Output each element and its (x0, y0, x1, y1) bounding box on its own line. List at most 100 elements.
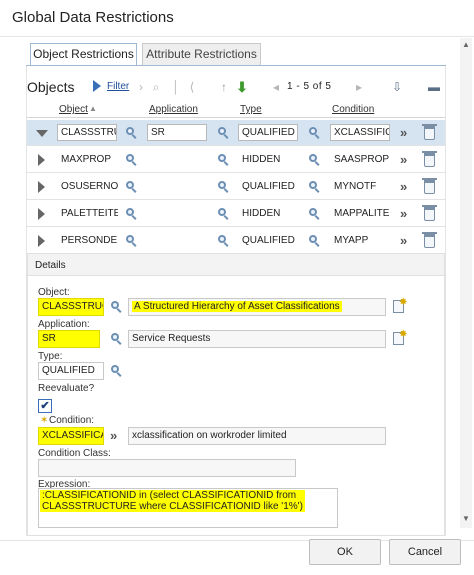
trash-icon[interactable] (424, 153, 435, 167)
row-condition-text: MAPPALITEI (334, 208, 390, 219)
double-chevron-icon[interactable]: » (110, 428, 117, 443)
magnifier-icon[interactable] (308, 207, 321, 220)
trash-icon[interactable] (424, 207, 435, 221)
download-icon[interactable]: ⇩ (390, 80, 404, 94)
column-header-condition[interactable]: Condition (332, 104, 374, 115)
details-title: Details (35, 260, 66, 271)
row-type-field[interactable]: QUALIFIED (238, 124, 298, 141)
trash-icon[interactable] (424, 234, 435, 248)
paging-text: 1 - 5 of 5 (287, 81, 332, 92)
condition-description: xclassification on workroder limited (128, 427, 386, 445)
row-expand-icon[interactable] (38, 181, 45, 193)
double-chevron-icon[interactable]: » (400, 179, 407, 194)
magnifier-icon[interactable] (110, 364, 123, 377)
condition-class-field[interactable] (38, 459, 296, 477)
reevaluate-checkbox[interactable]: ✔ (38, 399, 52, 413)
magnifier-icon[interactable] (125, 180, 138, 193)
magnifier-icon[interactable] (308, 153, 321, 166)
magnifier-icon[interactable] (110, 332, 123, 345)
double-chevron-icon[interactable]: » (400, 152, 407, 167)
magnifier-icon[interactable] (110, 300, 123, 313)
vertical-scrollbar[interactable] (460, 38, 472, 528)
row-collapse-icon[interactable] (36, 130, 48, 137)
column-header-type[interactable]: Type (240, 104, 262, 115)
row-application-text (147, 205, 209, 222)
magnifier-icon[interactable] (217, 153, 230, 166)
previous-icon: ⟨ (189, 80, 195, 94)
filter-arrow-icon[interactable] (93, 80, 101, 92)
scroll-up-arrow-icon[interactable]: ▲ (461, 40, 471, 50)
tab-object-restrictions[interactable]: Object Restrictions (30, 43, 137, 66)
magnifier-icon[interactable] (308, 126, 321, 139)
row-object-text: PERSONDEI (61, 235, 119, 246)
magnifier-icon[interactable] (125, 153, 138, 166)
sort-up-icon[interactable]: ↑ (218, 80, 230, 94)
maximize-table-icon[interactable]: ▬ (428, 80, 440, 94)
object-description-field: A Structured Hierarchy of Asset Classifi… (128, 298, 386, 316)
objects-table-title: Objects (27, 79, 75, 95)
application-description: Service Requests (128, 330, 386, 348)
row-application-text (147, 232, 209, 249)
row-object-text: MAXPROP (61, 154, 112, 165)
filter-chevron-icon[interactable]: › (136, 80, 146, 94)
object-description: A Structured Hierarchy of Asset Classifi… (132, 301, 342, 312)
row-expand-icon[interactable] (38, 154, 45, 166)
scroll-down-arrow-icon[interactable]: ▼ (461, 514, 471, 524)
magnifier-icon[interactable] (217, 126, 230, 139)
magnifier-icon[interactable] (217, 207, 230, 220)
row-expand-icon[interactable] (38, 208, 45, 220)
row-type-text: QUALIFIED (242, 181, 295, 192)
object-field[interactable]: CLASSSTRUC (38, 298, 104, 316)
application-field[interactable]: SR (38, 330, 100, 348)
condition-field[interactable]: XCLASSIFICA (38, 427, 104, 445)
row-application-field[interactable]: SR (147, 124, 207, 141)
magnifier-icon[interactable] (308, 180, 321, 193)
row-condition-text: MYAPP (334, 235, 369, 246)
magnifier-icon[interactable] (217, 180, 230, 193)
ok-button[interactable]: OK (309, 539, 381, 565)
filter-link[interactable]: Filter (107, 81, 129, 92)
type-field[interactable]: QUALIFIED (38, 362, 104, 380)
expression-line-2: CLASSSTRUCTURE where CLASSIFICATIONID li… (42, 501, 303, 512)
type-label: Type: (38, 351, 63, 362)
double-chevron-icon[interactable]: » (400, 206, 407, 221)
details-header (28, 254, 444, 276)
application-label: Application: (38, 319, 90, 330)
clear-filter-icon: │ (172, 80, 180, 94)
trash-icon[interactable] (424, 180, 435, 194)
new-record-icon[interactable]: ✸ (393, 297, 407, 313)
object-label: Object: (38, 287, 70, 298)
required-indicator-icon: ✶ (40, 415, 49, 426)
dialog-title: Global Data Restrictions (12, 9, 174, 26)
row-object-text: OSUSERNO (61, 181, 119, 192)
magnifier-icon[interactable] (125, 234, 138, 247)
magnifier-icon[interactable] (217, 234, 230, 247)
title-separator (0, 36, 474, 37)
row-object-field[interactable]: CLASSSTRU (57, 124, 117, 141)
column-header-object[interactable]: Object (59, 104, 88, 115)
condition-label: Condition: (49, 415, 95, 426)
expression-line-1: :CLASSIFICATIONID in (select CLASSIFICAT… (42, 490, 297, 501)
magnifier-icon[interactable] (308, 234, 321, 247)
find-icon: ⌕ (152, 80, 160, 94)
new-record-icon[interactable]: ✸ (393, 329, 407, 345)
expression-text: :CLASSIFICATIONID in (select CLASSIFICAT… (40, 490, 305, 512)
magnifier-icon[interactable] (125, 126, 138, 139)
next-page-icon[interactable]: ▸ (353, 80, 365, 94)
double-chevron-icon[interactable]: » (400, 233, 407, 248)
tab-attribute-restrictions[interactable]: Attribute Restrictions (142, 43, 261, 66)
row-condition-field[interactable]: XCLASSIFIC/ (330, 124, 390, 141)
row-application-text (147, 178, 209, 195)
previous-page-icon[interactable]: ◂ (270, 80, 282, 94)
row-object-text: PALETTEITE (61, 208, 119, 219)
magnifier-icon[interactable] (125, 207, 138, 220)
row-type-text: QUALIFIED (242, 235, 295, 246)
cancel-button[interactable]: Cancel (389, 539, 461, 565)
sort-indicator-icon[interactable]: ▲ (89, 104, 97, 113)
trash-icon[interactable] (424, 126, 435, 140)
condition-class-label: Condition Class: (38, 448, 111, 459)
column-header-application[interactable]: Application (149, 104, 198, 115)
sort-down-green-icon[interactable]: ⬇ (235, 80, 249, 94)
row-expand-icon[interactable] (38, 235, 45, 247)
double-chevron-icon[interactable]: » (400, 125, 407, 140)
